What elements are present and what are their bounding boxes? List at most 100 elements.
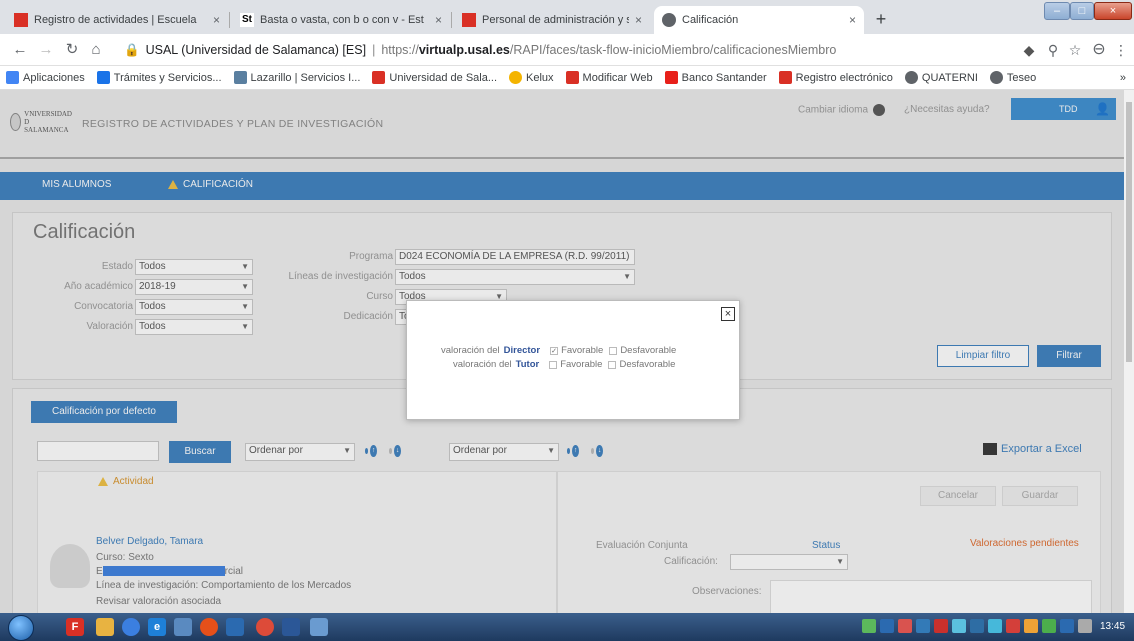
back-arrow-icon[interactable]: ← (10, 40, 30, 60)
word-icon[interactable] (282, 618, 300, 636)
bookmark-item[interactable]: Teseo (989, 71, 1037, 84)
folder-icon[interactable] (96, 618, 114, 636)
extension-icon[interactable]: ◆ (1020, 40, 1038, 60)
network-icon[interactable] (1060, 619, 1074, 633)
tab-basta[interactable]: St Basta o vasta, con b o con v - Est × (232, 6, 450, 34)
bookmark-item[interactable]: Universidad de Sala... (372, 71, 497, 84)
tutor-desfavorable-label: Desfavorable (619, 359, 676, 370)
volume-icon[interactable] (1078, 619, 1092, 633)
ie-icon[interactable]: e (148, 618, 166, 636)
bookmark-label: Lazarillo | Servicios I... (250, 71, 361, 84)
bookmark-item[interactable]: Aplicaciones (6, 71, 85, 84)
tutor-row: valoración del Tutor Favorable Desfavora… (453, 359, 675, 370)
bookmark-label: Modificar Web (582, 71, 653, 84)
tray-icon[interactable] (934, 619, 948, 633)
app-icon[interactable]: F (66, 618, 84, 636)
bookmark-label: Universidad de Sala... (389, 71, 498, 84)
bookmark-item[interactable]: Trámites y Servicios... (96, 71, 222, 84)
close-icon[interactable]: × (721, 307, 735, 321)
apps-grid-icon (6, 71, 19, 84)
tab-title: Registro de actividades | Escuela (34, 14, 197, 26)
page-scrollbar[interactable] (1124, 90, 1134, 613)
tray-icon[interactable] (916, 619, 930, 633)
app-icon[interactable] (200, 618, 218, 636)
tab-close-icon[interactable]: × (635, 13, 642, 27)
bookmarks-overflow[interactable]: » (1120, 72, 1126, 84)
bookmark-label: Aplicaciones (23, 71, 85, 84)
close-window-icon[interactable]: × (1094, 2, 1132, 20)
app-icon[interactable] (174, 618, 192, 636)
tray-icon[interactable] (970, 619, 984, 633)
tray-icon[interactable] (1024, 619, 1038, 633)
bookmark-favicon-icon (778, 71, 792, 84)
bookmark-label: Banco Santander (681, 71, 767, 84)
tray-icon[interactable] (898, 619, 912, 633)
reload-icon[interactable]: ↻ (62, 40, 82, 60)
tab-title: Calificación (682, 14, 739, 26)
tab-registro[interactable]: Registro de actividades | Escuela × (6, 6, 228, 34)
app-icon[interactable] (310, 618, 328, 636)
taskbar-clock[interactable]: 13:45 (1100, 621, 1125, 632)
minimize-icon[interactable]: – (1044, 2, 1070, 20)
bookmark-star-icon[interactable]: ☆ (1066, 40, 1084, 60)
bookmark-favicon-icon (96, 71, 110, 84)
app-icon[interactable] (226, 618, 244, 636)
director-prefix: valoración del (441, 345, 500, 356)
bookmark-label: Trámites y Servicios... (113, 71, 222, 84)
bookmark-label: Teseo (1006, 71, 1037, 84)
url-domain: virtualp.usal.es (418, 43, 510, 57)
page-content: VNIVERSIDAD D SALAMANCA REGISTRO DE ACTIV… (0, 90, 1124, 613)
tab-close-icon[interactable]: × (849, 13, 856, 27)
director-row: valoración del Director ✓ Favorable Desfa… (441, 345, 676, 356)
tab-title: Basta o vasta, con b o con v - Est (260, 14, 424, 26)
tray-icon[interactable] (988, 619, 1002, 633)
tray-icon[interactable] (1042, 619, 1056, 633)
bookmark-item[interactable]: Banco Santander (664, 71, 767, 84)
tutor-role: Tutor (515, 359, 540, 370)
windows-taskbar: F e 13:45 (0, 613, 1134, 641)
tray-icon[interactable] (862, 619, 876, 633)
director-favorable-checkbox[interactable]: ✓ (550, 346, 559, 355)
bookmark-favicon-icon (565, 71, 579, 84)
windows-start-icon[interactable] (8, 615, 34, 641)
tab-calificacion[interactable]: Calificación × (654, 6, 864, 34)
tray-icon[interactable] (1006, 619, 1020, 633)
tab-close-icon[interactable]: × (213, 13, 220, 27)
tab-close-icon[interactable]: × (435, 13, 442, 27)
evaluation-modal: × valoración del Director ✓ Favorable Des… (406, 300, 740, 420)
tab-title: Personal de administración y serv (482, 14, 629, 26)
usal-favicon-icon (14, 13, 28, 27)
bookmark-favicon-icon (509, 71, 523, 84)
bookmark-item[interactable]: Registro electrónico (778, 71, 893, 84)
address-bar[interactable]: 🔒 USAL (Universidad de Salamanca) [ES] |… (124, 40, 964, 60)
globe-favicon-icon (662, 13, 676, 27)
director-desfavorable-checkbox[interactable] (609, 346, 618, 355)
app-icon[interactable] (122, 618, 140, 636)
bookmark-label: Registro electrónico (795, 71, 893, 84)
forward-arrow-icon[interactable]: → (36, 40, 56, 60)
browser-toolbar: ← → ↻ ⌂ 🔒 USAL (Universidad de Salamanca… (0, 34, 1134, 66)
menu-kebab-icon[interactable]: ⋮ (1112, 40, 1130, 60)
maximize-icon[interactable]: □ (1070, 2, 1094, 20)
chrome-icon[interactable] (256, 618, 274, 636)
tray-icon[interactable] (952, 619, 966, 633)
tray-icon[interactable] (880, 619, 894, 633)
globe-icon (989, 71, 1003, 84)
tutor-favorable-checkbox[interactable] (549, 360, 558, 369)
bookmark-item[interactable]: Modificar Web (565, 71, 653, 84)
url-scheme: https:// (381, 43, 419, 57)
tutor-desfavorable-checkbox[interactable] (608, 360, 617, 369)
usal-favicon-icon (462, 13, 476, 27)
bookmark-favicon-icon (664, 71, 678, 84)
home-icon[interactable]: ⌂ (86, 40, 106, 60)
bookmark-item[interactable]: Kelux (509, 71, 554, 84)
bookmark-item[interactable]: Lazarillo | Servicios I... (233, 71, 361, 84)
profile-icon[interactable]: ⊖ (1090, 40, 1108, 60)
url-path: /RAPI/faces/task-flow-inicioMiembro/cali… (509, 43, 837, 57)
scrollbar-thumb[interactable] (1126, 102, 1132, 362)
bookmark-item[interactable]: QUATERNI (904, 71, 978, 84)
tab-personal[interactable]: Personal de administración y serv × (454, 6, 650, 34)
tutor-prefix: valoración del (453, 359, 512, 370)
new-tab-button[interactable]: + (870, 8, 892, 30)
zoom-icon[interactable]: ⚲ (1044, 40, 1062, 60)
